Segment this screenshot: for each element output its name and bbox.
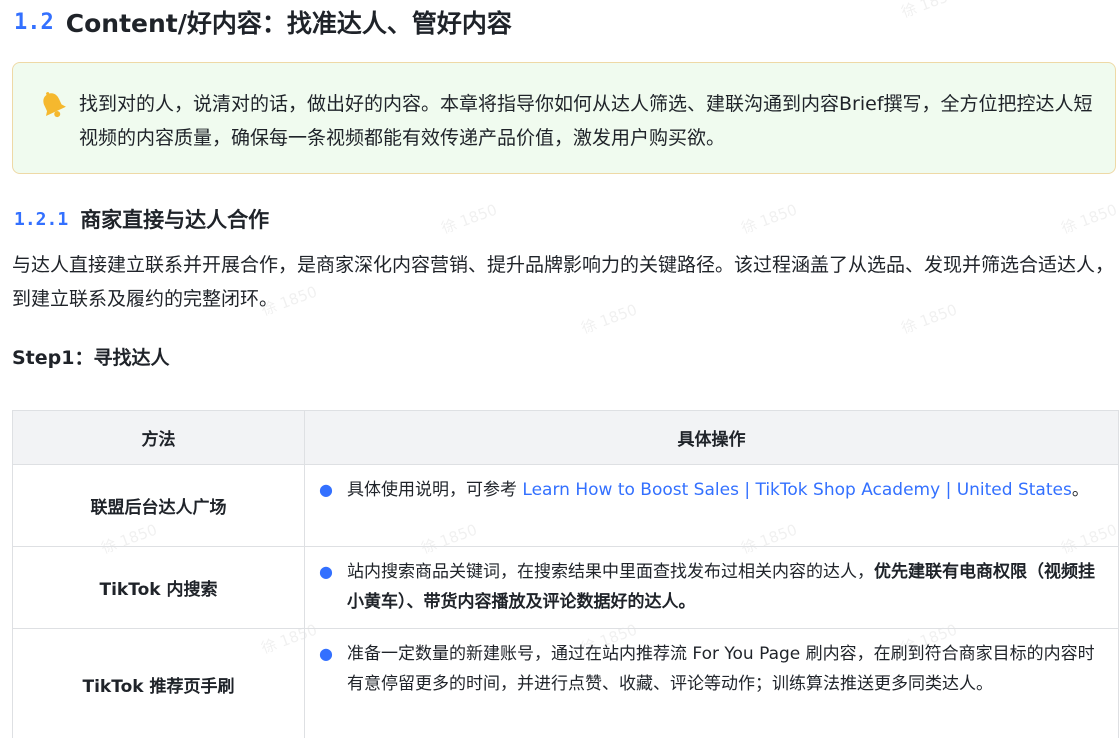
- operation-text: 准备一定数量的新建账号，通过在站内推荐流 For You Page 刷内容，在刷…: [347, 644, 1095, 694]
- watermark: 徐 1850: [438, 200, 500, 238]
- callout-box: 找到对的人，说清对的话，做出好的内容。本章将指导你如何从达人筛选、建联沟通到内容…: [12, 62, 1116, 174]
- operation-cell: ● 准备一定数量的新建账号，通过在站内推荐流 For You Page 刷内容，…: [304, 628, 1119, 738]
- intro-paragraph: 与达人直接建立联系并开展合作，是商家深化内容营销、提升品牌影响力的关键路径。该过…: [12, 254, 1115, 310]
- callout-text: 找到对的人，说清对的话，做出好的内容。本章将指导你如何从达人筛选、建联沟通到内容…: [79, 93, 1093, 149]
- method-cell: TikTok 推荐页手刷: [12, 628, 305, 738]
- operation-text-end: 。: [1071, 480, 1089, 500]
- watermark: 徐 1850: [1058, 200, 1119, 238]
- bullet-icon: ●: [319, 644, 333, 663]
- section-number: 1.2: [14, 9, 54, 35]
- table-row: 联盟后台达人广场 ● 具体使用说明，可参考 Learn How to Boost…: [12, 464, 1119, 547]
- list-item: ● 站内搜索商品关键词，在搜索结果中里面查找发布过相关内容的达人，优先建联有电商…: [317, 557, 1098, 617]
- methods-table: 方法 具体操作 联盟后台达人广场 ● 具体使用说明，可参考 Learn How …: [12, 410, 1119, 738]
- table-header-method: 方法: [12, 410, 305, 465]
- step-title: Step1：寻找达人: [12, 347, 170, 369]
- list-item: ● 具体使用说明，可参考 Learn How to Boost Sales | …: [317, 475, 1098, 505]
- table-row: TikTok 内搜索 ● 站内搜索商品关键词，在搜索结果中里面查找发布过相关内容…: [12, 546, 1119, 629]
- method-cell: 联盟后台达人广场: [12, 464, 305, 547]
- document-page: 徐 1850 徐 1850 徐 1850 徐 1850 徐 1850 徐 185…: [0, 0, 1119, 738]
- watermark: 徐 1850: [738, 200, 800, 238]
- bell-icon: [43, 92, 66, 118]
- operation-cell: ● 具体使用说明，可参考 Learn How to Boost Sales | …: [304, 464, 1119, 547]
- method-cell: TikTok 内搜索: [12, 546, 305, 629]
- watermark: 徐 1850: [898, 0, 960, 22]
- bullet-icon: ●: [319, 480, 333, 499]
- operation-text: 具体使用说明，可参考: [347, 480, 523, 500]
- list-item-text: 具体使用说明，可参考 Learn How to Boost Sales | Ti…: [347, 475, 1089, 505]
- operation-cell: ● 站内搜索商品关键词，在搜索结果中里面查找发布过相关内容的达人，优先建联有电商…: [304, 546, 1119, 629]
- table-row: TikTok 推荐页手刷 ● 准备一定数量的新建账号，通过在站内推荐流 For …: [12, 628, 1119, 738]
- section-heading: 1.2 Content/好内容：找准达人、管好内容: [14, 4, 512, 40]
- operation-text: 站内搜索商品关键词，在搜索结果中里面查找发布过相关内容的达人，: [347, 562, 874, 582]
- table-header-row: 方法 具体操作: [12, 410, 1119, 465]
- table-header-operation: 具体操作: [304, 410, 1119, 465]
- subsection-heading: 1.2.1 商家直接与达人合作: [14, 204, 269, 234]
- subsection-number: 1.2.1: [14, 208, 69, 230]
- section-title: Content/好内容：找准达人、管好内容: [65, 9, 512, 38]
- bullet-icon: ●: [319, 562, 333, 581]
- academy-link[interactable]: Learn How to Boost Sales | TikTok Shop A…: [522, 480, 1071, 500]
- list-item-text: 站内搜索商品关键词，在搜索结果中里面查找发布过相关内容的达人，优先建联有电商权限…: [347, 557, 1098, 617]
- subsection-title: 商家直接与达人合作: [80, 208, 270, 232]
- list-item: ● 准备一定数量的新建账号，通过在站内推荐流 For You Page 刷内容，…: [317, 639, 1098, 699]
